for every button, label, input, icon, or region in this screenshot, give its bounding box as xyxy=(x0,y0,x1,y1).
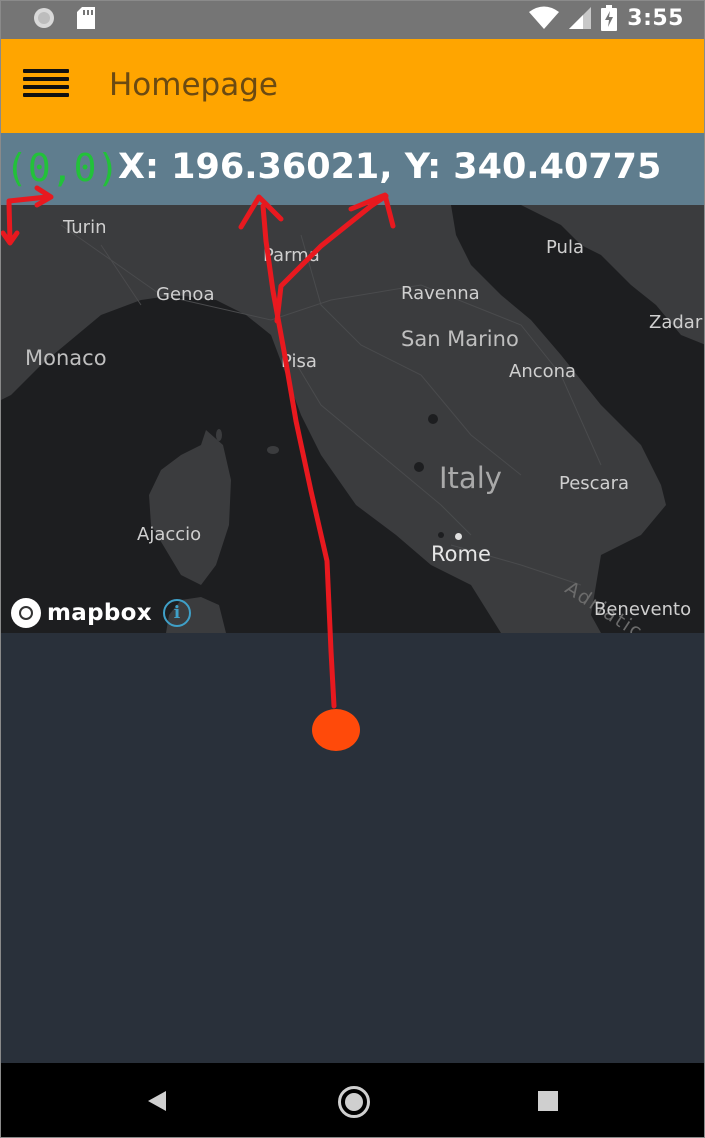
map-label-pisa: Pisa xyxy=(281,351,317,372)
map-label-benevento: Benevento xyxy=(594,599,692,620)
map-label-ajaccio: Ajaccio xyxy=(137,524,202,545)
status-bar: 3:55 xyxy=(1,1,704,39)
info-icon[interactable]: i xyxy=(163,599,191,627)
map-label-monaco: Monaco xyxy=(25,346,107,370)
map-label-pula: Pula xyxy=(546,237,584,258)
map-label-italy: Italy xyxy=(439,461,502,495)
map-label-zadar: Zadar xyxy=(649,312,703,333)
cell-signal-icon xyxy=(569,7,592,29)
status-time: 3:55 xyxy=(627,5,684,31)
map-label-rome: Rome xyxy=(431,542,491,566)
wifi-icon xyxy=(529,6,560,29)
map-label-san-marino: San Marino xyxy=(401,327,519,351)
touch-point-marker xyxy=(312,709,360,751)
notification-circle-icon xyxy=(34,8,54,28)
rome-marker xyxy=(455,533,462,540)
content-area xyxy=(1,633,704,1063)
origin-label: (0,0) xyxy=(5,146,120,190)
mapbox-attribution: mapbox xyxy=(47,600,152,626)
sd-card-icon xyxy=(77,7,95,29)
map-label-ravenna: Ravenna xyxy=(401,283,480,304)
hamburger-menu-icon[interactable] xyxy=(23,69,69,103)
mapbox-mark-icon xyxy=(11,598,41,628)
phone-screen: 3:55 Homepage (0,0) X: 196.36021, Y: 340… xyxy=(0,0,705,1138)
recent-apps-icon[interactable] xyxy=(538,1091,558,1111)
map-label-ancona: Ancona xyxy=(509,361,577,382)
map-label-genoa: Genoa xyxy=(156,284,215,305)
back-icon[interactable] xyxy=(148,1091,166,1111)
coordinates-readout: X: 196.36021, Y: 340.40775 xyxy=(118,147,662,187)
map-label-pescara: Pescara xyxy=(559,473,630,494)
page-title: Homepage xyxy=(109,67,278,103)
mapbox-logo[interactable]: mapbox xyxy=(11,598,152,628)
map-land-shapes xyxy=(1,205,704,633)
battery-charging-icon xyxy=(601,5,618,31)
home-icon[interactable] xyxy=(338,1086,370,1118)
map-view[interactable]: Turin Parma Pula Genoa Ravenna Zadar Mon… xyxy=(1,205,704,633)
map-label-turin: Turin xyxy=(63,217,107,238)
map-label-parma: Parma xyxy=(263,245,320,266)
app-bar: Homepage xyxy=(1,39,704,133)
coordinate-bar: (0,0) X: 196.36021, Y: 340.40775 xyxy=(1,133,704,205)
